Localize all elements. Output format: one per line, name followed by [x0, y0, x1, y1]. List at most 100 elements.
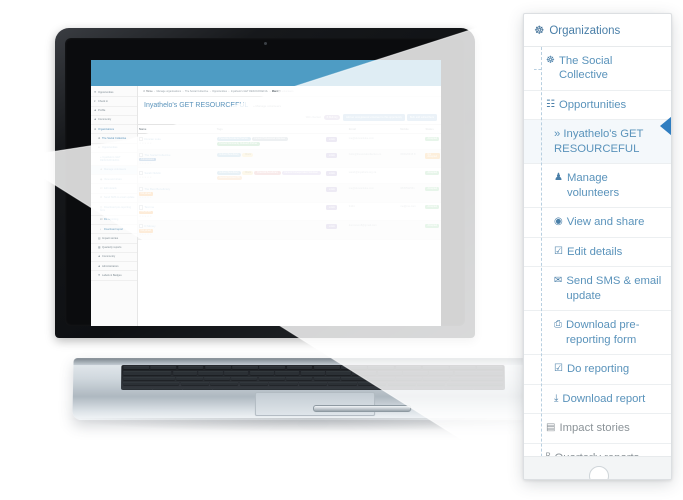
email-button[interactable]: ✉ Em: [326, 152, 338, 158]
table-row[interactable]: D Money Not joined ★★★★★ ✉ Em duncanvm8@gmai…: [138, 220, 441, 240]
email-button[interactable]: ✉ Em: [326, 186, 338, 192]
collapse-circle-icon: [588, 466, 609, 479]
panel-item-edit-details[interactable]: ☑ Edit details: [524, 238, 671, 268]
tag-chip[interactable]: Client: [242, 170, 254, 175]
row-checkbox[interactable]: [139, 136, 144, 141]
sidebar-item-opportunities-sub[interactable]: ☷ Opportunities: [91, 144, 137, 154]
cell-tags: [215, 220, 326, 240]
table-row[interactable]: Duncan Luke ★★★★★ Potential Accidental Tou…: [138, 133, 441, 150]
sidebar-item-opportunities[interactable]: ⚑ Opportunities: [91, 88, 137, 98]
tag-chip[interactable]: General Contact PD: [216, 175, 243, 180]
panel-item-label: Download report: [562, 392, 646, 405]
sidebar-item-quarterly-reports[interactable]: ▩ Quarterly reports: [91, 244, 137, 253]
breadcrumb-item-home[interactable]: Home: [146, 90, 153, 93]
panel-item-download-pre-reporting-form[interactable]: ⎙ Download pre-reporting form: [524, 311, 671, 356]
sidebar-item-labels-badges[interactable]: ⚑ Labels & Badges: [91, 271, 137, 281]
email-button[interactable]: ✉ Em: [326, 223, 338, 229]
breadcrumb-item[interactable]: Inyathelo's GET RESOURCEFUL: [231, 90, 268, 93]
panel-item-do-reporting[interactable]: ☑ Do reporting: [524, 355, 671, 385]
table-row[interactable]: The Best Beneficiary Not joined ★★★★★ ✉ Em m…: [138, 183, 441, 203]
panel-item-impact-stories[interactable]: ▤ Impact stories: [524, 414, 671, 444]
tag-chip[interactable]: Potential Beneficiary: [254, 170, 281, 175]
sidebar-item-profile[interactable]: ♟ Profile: [91, 107, 137, 116]
tag-chip[interactable]: Indirect Beneficiary: [216, 170, 242, 175]
sidebar-item-label: The Social Collective: [102, 137, 127, 141]
tag-chip[interactable]: Indirect Beneficiary: [216, 152, 242, 157]
sidebar-item-edit-details[interactable]: ☑ Edit details: [91, 184, 137, 194]
col-email: Email: [347, 124, 400, 134]
laptop-keyboard: [120, 365, 506, 390]
panel-item-label: Manage volunteers: [566, 172, 620, 199]
panel-item-inyathelo-s-get-resourceful[interactable]: » Inyathelo's GET RESOURCEFUL: [524, 120, 671, 165]
bulk-add-subscribers-button[interactable]: Bulk add subscribers: [406, 114, 437, 121]
tag-chip[interactable]: Current Correspondent Volunteer: [281, 170, 321, 175]
sidebar-item-manage-volunteers[interactable]: ♟ Manage volunteers: [91, 165, 137, 176]
rating-stars[interactable]: ★★★★★: [139, 142, 215, 145]
sidebar-item-label: Do reporting: [104, 218, 119, 222]
sidebar-item-community[interactable]: ♟ Community: [91, 116, 137, 126]
sidebar-item-label: Quarterly reports: [102, 246, 122, 250]
sidebar-item-organizations[interactable]: ☸ Organizations: [91, 125, 137, 135]
panel-item-manage-volunteers[interactable]: ♟ Manage volunteers: [524, 164, 671, 209]
rating-stars[interactable]: ★★★★★: [139, 215, 215, 218]
breadcrumb-item[interactable]: Manage organisations: [156, 90, 181, 93]
sidebar-item-view-and-share[interactable]: ◉ View and share: [91, 175, 137, 185]
cell-tags: Indirect Beneficiary Client: [215, 149, 326, 169]
breadcrumb-current: Manage: [271, 90, 282, 93]
page-title-text: Inyathelo's GET RESOURCEFUL: [144, 102, 249, 109]
breadcrumb-item[interactable]: The Social Collective: [185, 90, 208, 93]
rating-stars[interactable]: ★★★★★: [139, 176, 215, 179]
sidebar-item-do-reporting[interactable]: ☑ Do reporting: [91, 216, 137, 225]
rating-stars[interactable]: ★★★★★: [139, 233, 215, 236]
bulk-tag-button[interactable]: ⚑ Bulk tag: [323, 114, 340, 120]
email-button[interactable]: ✉ Em: [326, 205, 338, 211]
sidebar-item-inyathelo-get-resourceful[interactable]: » Inyathelo's GET RESOURCEFUL: [91, 153, 137, 166]
sidebar-item-download-report[interactable]: ↓ Download report: [91, 225, 137, 235]
row-checkbox[interactable]: [139, 171, 144, 176]
panel-item-the-social-collective[interactable]: ☸ The Social Collective: [524, 47, 671, 91]
table-row[interactable]: The Social Collective Administrator ★★★★★ I…: [138, 149, 441, 169]
rating-stars[interactable]: ★★★★★: [139, 162, 215, 165]
panel-item-label: Opportunities: [558, 98, 627, 111]
volunteer-name[interactable]: Sarah Nicklin: [139, 171, 215, 176]
check-square-icon: ☑: [554, 363, 563, 375]
panel-item-download-report[interactable]: ⤓ Download report: [524, 385, 671, 415]
download-icon: ⤓: [554, 392, 559, 404]
sidebar-item-download-pre-reporting-form[interactable]: ⎙ Download pre-reporting form: [91, 203, 137, 216]
envelope-icon: ✉: [554, 275, 563, 287]
tag-chip[interactable]: Client: [242, 152, 254, 157]
breadcrumb-home-icon: ☖: [143, 90, 146, 93]
breadcrumb-item[interactable]: Opportunities: [212, 90, 227, 93]
organizations-zoom-panel: ☸ Organizations ☸ The Social Collective ☷ Op…: [523, 13, 672, 480]
bulk-tag-label: Bulk tag: [329, 116, 338, 119]
email-button[interactable]: ✉ Em: [326, 136, 338, 142]
tag-chip[interactable]: Potential Accidental Tourism: [216, 136, 251, 141]
sidebar-item-check-in[interactable]: ♥ Check in: [91, 97, 137, 107]
col-action: [325, 124, 348, 134]
table-row[interactable]: Test me Not joined ★★★★★ ✉ Em 3444 me@me.com A…: [138, 202, 441, 222]
panel-item-opportunities[interactable]: ☷ Opportunities: [524, 91, 671, 121]
volunteer-name[interactable]: Duncan Luke: [139, 137, 215, 141]
col-name: Name: [138, 124, 216, 134]
sidebar-item-the-social-collective[interactable]: ☸ The Social Collective: [91, 134, 137, 144]
panel-item-view-and-share[interactable]: ◉ View and share: [524, 208, 671, 238]
email-button[interactable]: ✉ Em: [326, 170, 338, 176]
cell-email: hello@thesocialcollective.co: [347, 149, 400, 169]
tag-chip[interactable]: Current Community Outreach Partner: [216, 141, 261, 146]
add-unregistered-volunteer-button[interactable]: Add an unregistered volunteer to this op…: [342, 114, 405, 121]
rating-stars[interactable]: ★★★★★: [139, 196, 215, 199]
panel-item-send-sms-email-update[interactable]: ✉ Send SMS & email update: [524, 267, 671, 312]
sidebar-item-impact-stories[interactable]: ▤ Impact stories: [91, 234, 137, 244]
sidebar-item-administrators[interactable]: ♟ Administrators: [91, 262, 137, 272]
panel-item-label: Impact stories: [559, 422, 630, 435]
cell-email-action: ✉ Em: [325, 202, 348, 222]
sidebar-item-label: Community: [98, 118, 112, 122]
app-body: ⚑ Opportunities ♥ Check in ♟ Profile ♟ Commu…: [91, 86, 441, 326]
laptop-lid: ⚑ Opportunities ♥ Check in ♟ Profile ♟ Commu…: [55, 28, 475, 338]
panel-item-label: The Social Collective: [558, 55, 613, 82]
email-text: duncanvm8@gmail.com: [348, 223, 377, 227]
sidebar-item-community-sub[interactable]: ♟ Community: [91, 253, 137, 263]
table-row[interactable]: Sarah Nicklin ★★★★★ Indirect Beneficiary Cl…: [138, 167, 441, 185]
sidebar-item-send-sms-email-update[interactable]: ✉ Send SMS & email update: [91, 194, 137, 204]
tag-chip[interactable]: Current Professional Volunteer: [251, 136, 289, 141]
